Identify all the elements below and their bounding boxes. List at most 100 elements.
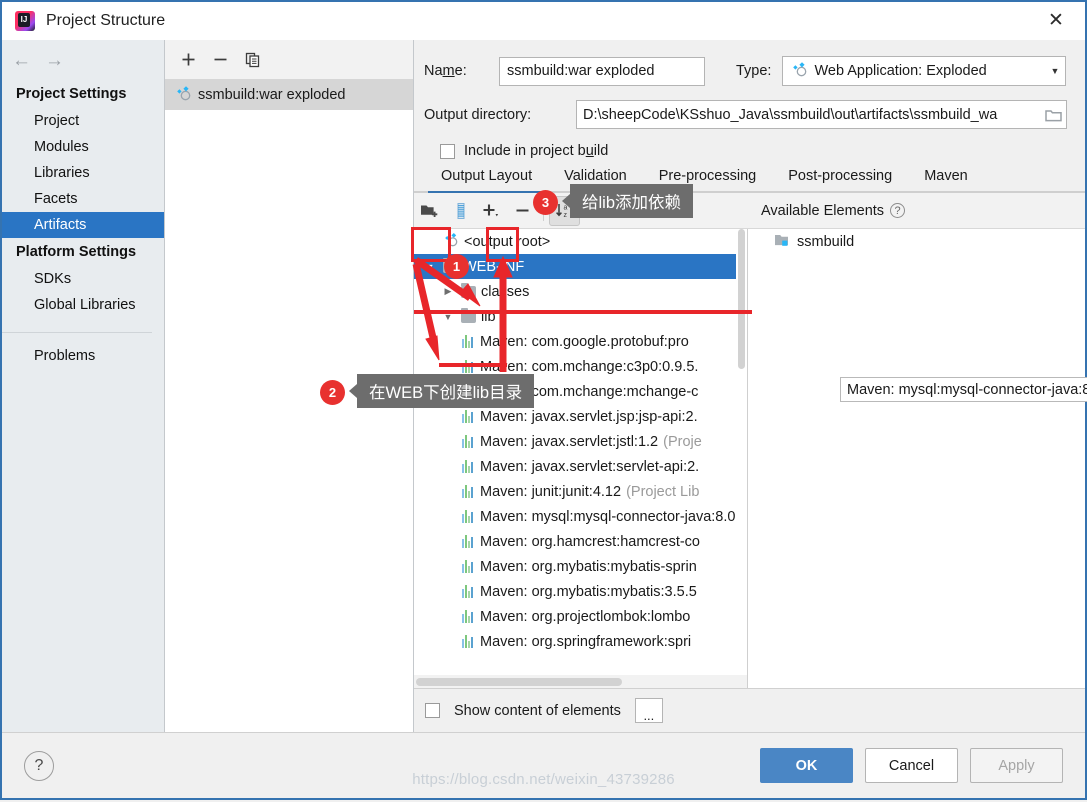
scrollbar-thumb[interactable]	[738, 229, 745, 369]
sidebar-item-modules[interactable]: Modules	[2, 134, 164, 160]
sidebar-item-sdks[interactable]: SDKs	[2, 266, 164, 292]
sidebar-divider	[2, 332, 152, 333]
add-element-icon[interactable]	[476, 196, 507, 226]
toolbar-divider	[543, 201, 544, 221]
new-archive-icon[interactable]	[445, 196, 476, 226]
tree-row[interactable]: Maven: org.mybatis:mybatis-sprin	[414, 554, 747, 579]
scrollbar-thumb[interactable]	[416, 678, 622, 686]
show-content-checkbox[interactable]	[425, 703, 440, 718]
tree-row-label: Maven: mysql:mysql-connector-java:8.0.21	[480, 509, 748, 525]
cancel-button[interactable]: Cancel	[865, 748, 958, 783]
tab-maven[interactable]: Maven	[908, 168, 984, 191]
move-down-icon[interactable]	[611, 196, 642, 226]
output-directory-input[interactable]: D:\sheepCode\KSshuo_Java\ssmbuild\out\ar…	[577, 107, 1040, 123]
help-button[interactable]: ?	[24, 751, 54, 781]
chevron-down-icon: ▼	[1051, 66, 1060, 76]
sort-az-icon[interactable]: a z	[549, 196, 580, 226]
sidebar-item-problems[interactable]: Problems	[2, 343, 164, 369]
tree-row[interactable]: Maven: org.mybatis:mybatis:3.5.5	[414, 579, 747, 604]
list-item[interactable]: ssmbuild:war exploded	[165, 80, 413, 110]
tree-row[interactable]: Maven: javax.servlet:jstl:1.2 (Proje	[414, 429, 747, 454]
artifact-label: ssmbuild:war exploded	[198, 87, 346, 103]
chevron-down-icon[interactable]: ▼	[422, 262, 438, 272]
tree-row[interactable]: ▶ classes	[414, 279, 747, 304]
list-item[interactable]: ssmbuild	[748, 229, 1085, 255]
tree-row-label: Maven: javax.servlet.jsp:jsp-api:2.	[480, 409, 698, 425]
sidebar-item-libraries[interactable]: Libraries	[2, 160, 164, 186]
add-artifact-icon[interactable]	[181, 52, 196, 67]
copy-artifact-icon[interactable]	[245, 52, 261, 68]
dialog-body: ← → Project Settings Project Modules Lib…	[2, 40, 1085, 732]
output-directory-field[interactable]: D:\sheepCode\KSshuo_Java\ssmbuild\out\ar…	[576, 100, 1067, 129]
artifact-editor-pane: Name: ssmbuild:war exploded Type: Web Ap…	[414, 40, 1085, 732]
include-in-build-checkbox[interactable]	[440, 144, 455, 159]
name-label: Name:	[424, 63, 499, 79]
tree-horizontal-scrollbar[interactable]	[414, 675, 747, 688]
name-input[interactable]: ssmbuild:war exploded	[499, 57, 705, 86]
question-mark-icon[interactable]: ?	[890, 203, 905, 218]
artifact-icon	[443, 232, 459, 251]
back-arrow-icon[interactable]: ←	[12, 51, 31, 70]
tree-row-label: <output root>	[464, 234, 550, 250]
tree-row[interactable]: Maven: junit:junit:4.12 (Project Lib	[414, 479, 747, 504]
tree-row-label: Maven: org.hamcrest:hamcrest-co	[480, 534, 700, 550]
maven-library-icon	[462, 560, 475, 573]
type-value: Web Application: Exploded	[814, 63, 986, 79]
browse-folder-icon[interactable]	[1040, 108, 1066, 122]
move-up-icon[interactable]	[580, 196, 611, 226]
tree-row[interactable]: ▼ lib	[414, 304, 747, 329]
dialog-footer: ? OK Cancel Apply	[2, 732, 1085, 798]
tree-row-label: Maven: junit:junit:4.12	[480, 484, 621, 500]
forward-arrow-icon[interactable]: →	[45, 51, 64, 70]
intellij-idea-icon: IJ	[15, 11, 35, 31]
more-options-button[interactable]: ...	[635, 698, 663, 723]
tree-row[interactable]: Maven: com.mchange:c3p0:0.9.5.	[414, 354, 747, 379]
artifacts-list: ssmbuild:war exploded	[165, 80, 413, 732]
tree-row[interactable]: Maven: javax.servlet:servlet-api:2.	[414, 454, 747, 479]
type-select[interactable]: Web Application: Exploded ▼	[782, 56, 1066, 86]
chevron-right-icon[interactable]: ▶	[440, 286, 456, 297]
sidebar-item-artifacts[interactable]: Artifacts	[2, 212, 164, 238]
maven-library-icon	[462, 510, 475, 523]
maven-library-icon	[462, 610, 475, 623]
remove-element-icon[interactable]	[507, 196, 538, 226]
available-elements-list: ssmbuild	[748, 229, 1085, 688]
tree-row[interactable]: Maven: org.hamcrest:hamcrest-co	[414, 529, 747, 554]
module-folder-icon	[774, 233, 791, 252]
tree-row[interactable]: Maven: com.google.protobuf:pro	[414, 329, 747, 354]
tree-row[interactable]: ▼ WEB-INF	[414, 254, 747, 279]
output-layout-toolbar: a z Available Elements ?	[414, 193, 1085, 229]
show-content-label: Show content of elements	[454, 703, 621, 719]
tree-row-label: Maven: org.mybatis:mybatis:3.5.5	[480, 584, 697, 600]
tree-row[interactable]: <output root>	[414, 229, 747, 254]
sidebar-item-project[interactable]: Project	[2, 108, 164, 134]
tab-post-processing[interactable]: Post-processing	[772, 168, 908, 191]
remove-artifact-icon[interactable]	[213, 52, 228, 67]
tree-row[interactable]: Maven: org.projectlombok:lombo	[414, 604, 747, 629]
tree-row-label: Maven: com.mchange:mchange-c	[480, 384, 698, 400]
folder-icon	[443, 261, 458, 273]
tree-row[interactable]: Maven: org.springframework:spri	[414, 629, 747, 654]
maven-library-icon	[462, 410, 475, 423]
footer-actions: OK Cancel Apply	[760, 748, 1063, 783]
tree-row-label: Maven: com.google.protobuf:pro	[480, 334, 689, 350]
tree-row[interactable]: Maven: mysql:mysql-connector-java:8.0.21	[414, 504, 747, 529]
sidebar-group-platform-settings: Platform Settings	[2, 238, 164, 266]
tab-pre-processing[interactable]: Pre-processing	[643, 168, 773, 191]
chevron-down-icon[interactable]: ▼	[440, 312, 456, 322]
tab-validation[interactable]: Validation	[548, 168, 643, 191]
apply-button[interactable]: Apply	[970, 748, 1063, 783]
artifact-icon	[175, 85, 191, 105]
include-in-build-row: Include in project build	[424, 143, 1067, 159]
new-folder-icon[interactable]	[414, 196, 445, 226]
available-elements-title: Available Elements	[761, 203, 884, 219]
close-icon[interactable]: ✕	[1027, 2, 1085, 38]
ok-button[interactable]: OK	[760, 748, 853, 783]
sidebar-item-global-libraries[interactable]: Global Libraries	[2, 292, 164, 318]
maven-library-icon	[462, 585, 475, 598]
tree-vertical-scrollbar[interactable]	[736, 229, 747, 674]
sidebar-item-facets[interactable]: Facets	[2, 186, 164, 212]
tree-row[interactable]: Maven: com.mchange:mchange-c	[414, 379, 747, 404]
tree-row[interactable]: Maven: javax.servlet.jsp:jsp-api:2.	[414, 404, 747, 429]
tab-output-layout[interactable]: Output Layout	[425, 168, 548, 191]
